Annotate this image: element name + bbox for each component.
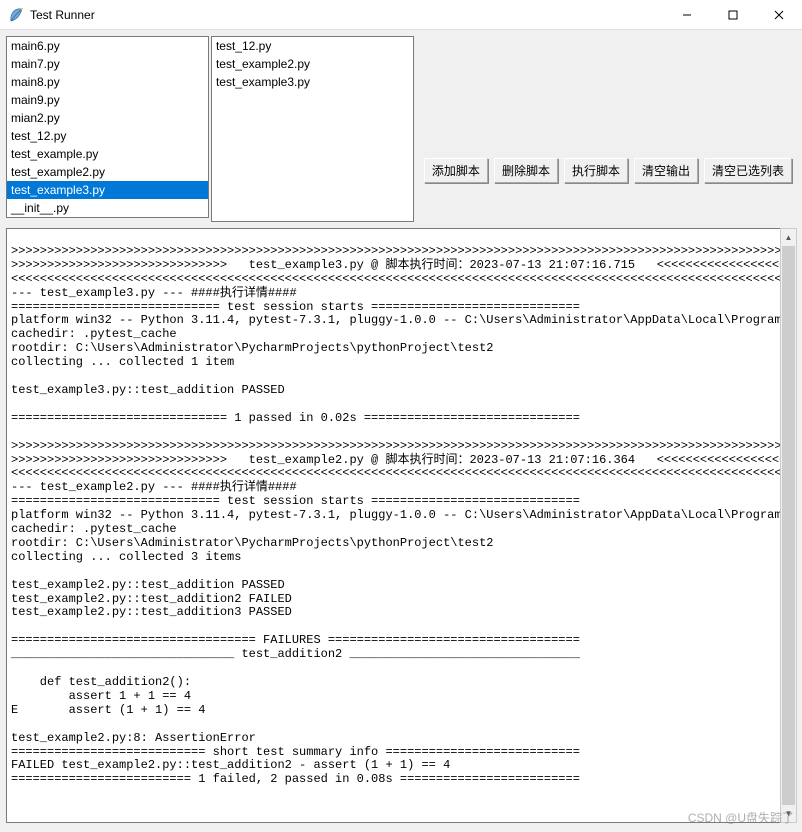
- close-button[interactable]: [756, 0, 802, 30]
- available-scripts-list[interactable]: main6.pymain7.pymain8.pymain9.pymian2.py…: [6, 36, 209, 218]
- app-icon: [8, 7, 24, 23]
- maximize-button[interactable]: [710, 0, 756, 30]
- scroll-up-arrow-icon[interactable]: ▲: [781, 229, 796, 246]
- run-script-button[interactable]: 执行脚本: [564, 158, 628, 183]
- list-item[interactable]: main9.py: [7, 91, 208, 109]
- list-item[interactable]: test_example2.py: [7, 163, 208, 181]
- list-item[interactable]: mian2.py: [7, 109, 208, 127]
- clear-output-button[interactable]: 清空输出: [634, 158, 698, 183]
- list-item[interactable]: test_example3.py: [212, 73, 413, 91]
- titlebar: Test Runner: [0, 0, 802, 30]
- window-title: Test Runner: [30, 8, 95, 22]
- list-item[interactable]: main7.py: [7, 55, 208, 73]
- list-item[interactable]: test_12.py: [212, 37, 413, 55]
- scroll-thumb[interactable]: [782, 246, 795, 805]
- list-item[interactable]: main6.py: [7, 37, 208, 55]
- minimize-button[interactable]: [664, 0, 710, 30]
- list-item[interactable]: test_example2.py: [212, 55, 413, 73]
- list-item[interactable]: test_12.py: [7, 127, 208, 145]
- scroll-down-arrow-icon[interactable]: ▼: [781, 805, 796, 822]
- output-scrollbar[interactable]: ▲ ▼: [780, 228, 797, 823]
- list-item[interactable]: __init__.py: [7, 199, 208, 217]
- selected-scripts-list[interactable]: test_12.pytest_example2.pytest_example3.…: [211, 36, 414, 222]
- list-item[interactable]: test_example3.py: [7, 181, 208, 199]
- clear-selected-button[interactable]: 清空已选列表: [704, 158, 792, 183]
- list-item[interactable]: test_example.py: [7, 145, 208, 163]
- output-console[interactable]: >>>>>>>>>>>>>>>>>>>>>>>>>>>>>>>>>>>>>>>>…: [6, 228, 792, 823]
- list-item[interactable]: main8.py: [7, 73, 208, 91]
- remove-script-button[interactable]: 删除脚本: [494, 158, 558, 183]
- button-row: 添加脚本 删除脚本 执行脚本 清空输出 清空已选列表: [414, 30, 802, 216]
- add-script-button[interactable]: 添加脚本: [424, 158, 488, 183]
